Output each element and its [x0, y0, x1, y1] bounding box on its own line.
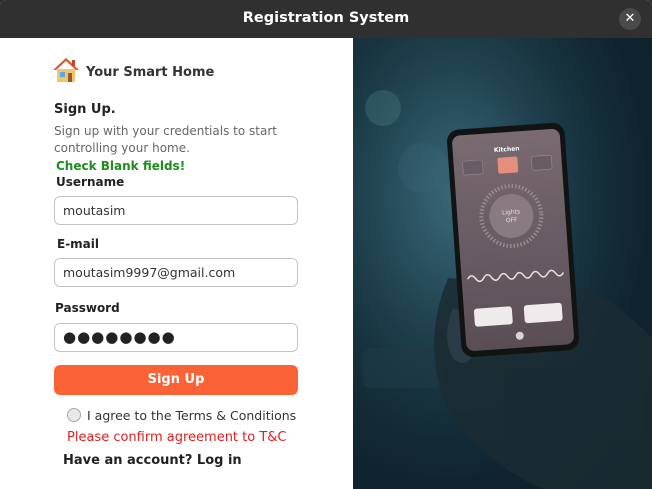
phone-lights-label: Lights	[502, 208, 521, 216]
password-field[interactable]: ●●●●●●●●	[54, 323, 298, 352]
username-label: Username	[56, 175, 125, 189]
validation-message: Check Blank fields!	[56, 159, 186, 173]
app-name: Your Smart Home	[86, 65, 215, 80]
title-bar[interactable]: Registration System ✕	[0, 0, 652, 38]
house-icon	[53, 58, 79, 82]
email-label: E-mail	[57, 237, 100, 251]
terms-agree-label[interactable]: I agree to the Terms & Conditions	[87, 408, 296, 423]
phone-lights-status: OFF	[506, 217, 519, 225]
window-title: Registration System	[242, 10, 410, 26]
login-link[interactable]: Have an account? Log in	[63, 453, 242, 468]
password-label: Password	[55, 301, 120, 315]
phone-photo: Kitchen Lights OFF	[353, 38, 652, 489]
email-field[interactable]: moutasim9997@gmail.com	[54, 258, 298, 287]
username-field[interactable]: moutasim	[54, 196, 298, 225]
terms-error-message: Please confirm agreement to T&C	[67, 430, 287, 445]
form-heading: Sign Up.	[54, 102, 116, 117]
form-subtitle: Sign up with your credentials to start c…	[54, 124, 277, 155]
terms-agree-radio[interactable]	[67, 408, 81, 422]
hero-image: Kitchen Lights OFF	[353, 38, 652, 489]
registration-window: Registration System ✕ Your Smart Home Si…	[0, 0, 652, 489]
close-icon: ✕	[624, 11, 636, 26]
signup-panel: Your Smart Home Sign Up. Sign up with yo…	[0, 38, 353, 489]
sign-up-button[interactable]: Sign Up	[54, 365, 298, 395]
close-button[interactable]: ✕	[619, 8, 641, 30]
